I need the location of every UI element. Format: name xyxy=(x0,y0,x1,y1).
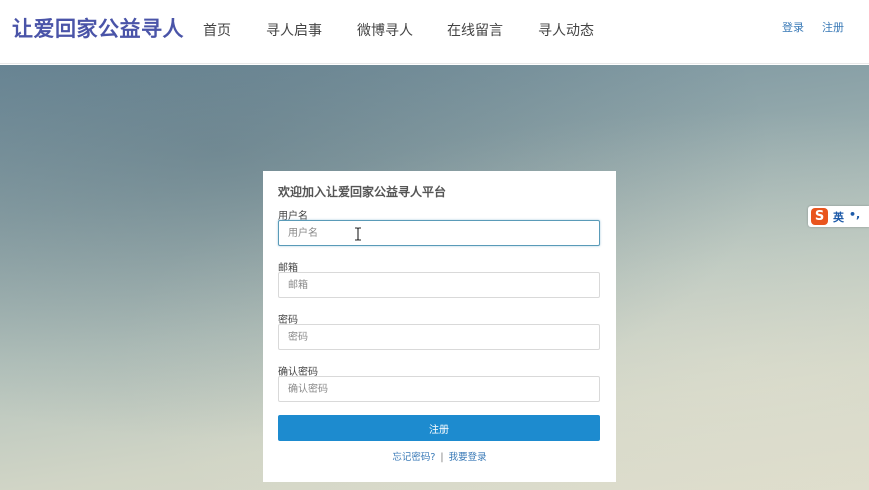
nav-home[interactable]: 首页 xyxy=(203,20,231,40)
username-input[interactable] xyxy=(278,220,600,246)
nav-online-message[interactable]: 在线留言 xyxy=(447,20,503,40)
nav-register-link[interactable]: 注册 xyxy=(822,19,844,35)
top-navbar: 让爱回家公益寻人 首页 寻人启事 微博寻人 在线留言 寻人动态 登录 注册 xyxy=(0,0,869,64)
hero-background: 欢迎加入让爱回家公益寻人平台 用户名 邮箱 密码 确认密码 注册 忘记密码? |… xyxy=(0,65,869,490)
confirm-password-input[interactable] xyxy=(278,376,600,402)
register-button[interactable]: 注册 xyxy=(278,415,600,441)
ime-punctuation-toggle[interactable]: •, xyxy=(849,208,860,221)
forgot-password-link[interactable]: 忘记密码? xyxy=(392,452,435,463)
form-footer-links: 忘记密码? | 我要登录 xyxy=(263,449,616,463)
go-login-link[interactable]: 我要登录 xyxy=(449,452,487,463)
link-separator: | xyxy=(440,452,444,463)
register-title: 欢迎加入让爱回家公益寻人平台 xyxy=(278,185,447,199)
password-input[interactable] xyxy=(278,324,600,350)
text-cursor-icon xyxy=(355,227,361,241)
sogou-ime-icon: S xyxy=(811,208,828,225)
email-input[interactable] xyxy=(278,272,600,298)
register-card: 欢迎加入让爱回家公益寻人平台 用户名 邮箱 密码 确认密码 注册 忘记密码? |… xyxy=(263,171,616,482)
nav-missing-notices[interactable]: 寻人启事 xyxy=(266,20,322,40)
ime-toolbar[interactable]: S 英 •, xyxy=(808,206,869,227)
nav-weibo-search[interactable]: 微博寻人 xyxy=(357,20,413,40)
site-brand[interactable]: 让爱回家公益寻人 xyxy=(12,13,184,43)
nav-search-news[interactable]: 寻人动态 xyxy=(538,20,594,40)
ime-language-toggle[interactable]: 英 xyxy=(833,209,844,225)
nav-login-link[interactable]: 登录 xyxy=(782,19,804,35)
